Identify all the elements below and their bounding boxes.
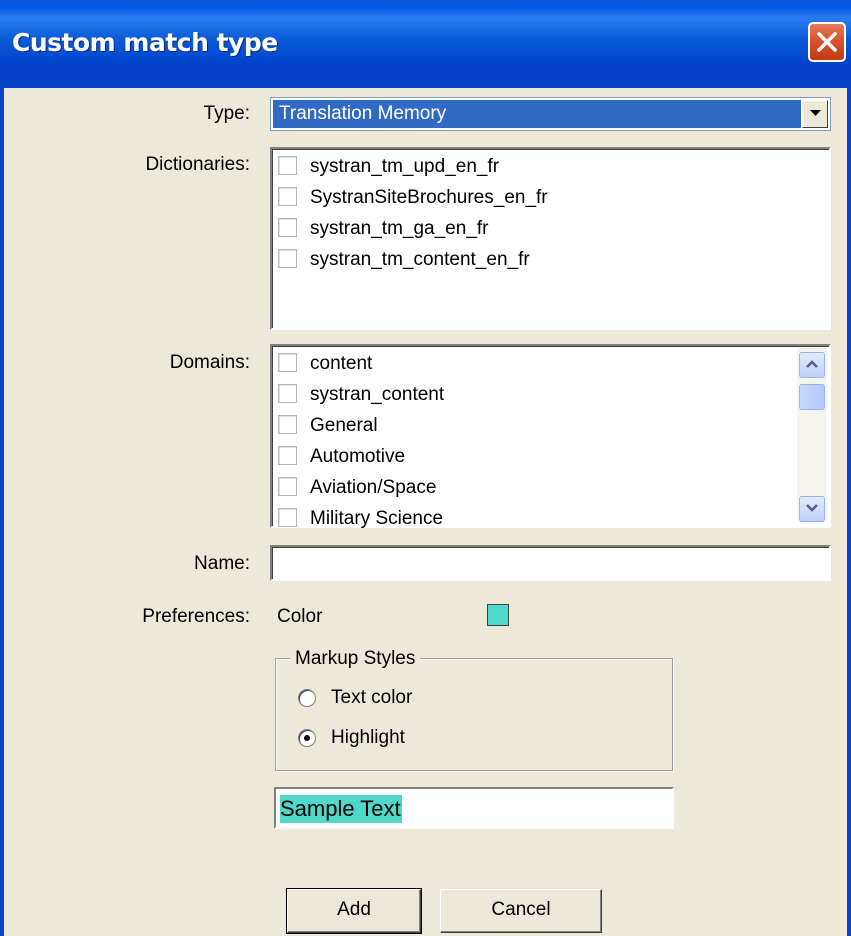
type-select-value: Translation Memory (273, 100, 801, 128)
radio-text-color-label: Text color (331, 687, 413, 708)
sample-text-preview: Sample Text (274, 787, 674, 829)
title-bar[interactable]: Custom match type (0, 0, 851, 88)
scroll-up-button[interactable] (799, 352, 825, 378)
domain-checkbox[interactable] (278, 446, 297, 465)
close-button[interactable] (808, 22, 846, 62)
name-label: Name: (194, 553, 250, 574)
dictionary-item-label: SystranSiteBrochures_en_fr (310, 187, 548, 208)
color-swatch[interactable] (487, 604, 509, 626)
close-icon (817, 32, 837, 52)
preferences-label: Preferences: (142, 606, 250, 627)
dictionaries-label: Dictionaries: (145, 154, 250, 175)
scroll-thumb[interactable] (799, 384, 825, 410)
custom-match-type-dialog: Custom match type Type: Translation Memo… (0, 0, 851, 936)
type-dropdown-button[interactable] (802, 100, 828, 128)
domain-checkbox[interactable] (278, 415, 297, 434)
name-input[interactable] (270, 545, 831, 581)
domains-scrollbar[interactable] (797, 348, 827, 522)
markup-styles-group (275, 658, 673, 771)
domain-item-label: Military Science (310, 508, 444, 529)
domain-checkbox[interactable] (278, 477, 297, 496)
window-border-left (0, 88, 4, 936)
scroll-down-button[interactable] (799, 496, 825, 522)
chevron-up-icon (806, 360, 818, 368)
domain-checkbox[interactable] (278, 353, 297, 372)
domain-item-label: Automotive (310, 446, 406, 467)
cancel-button[interactable]: Cancel (440, 889, 602, 933)
domain-item-label: Aviation/Space (310, 477, 437, 498)
type-label: Type: (203, 103, 250, 124)
add-button[interactable]: Add (286, 888, 422, 934)
dictionary-item-label: systran_tm_ga_en_fr (310, 218, 489, 239)
dictionary-checkbox[interactable] (278, 187, 297, 206)
markup-styles-legend: Markup Styles (290, 648, 421, 670)
radio-button[interactable] (298, 729, 316, 747)
domain-checkbox[interactable] (278, 508, 297, 527)
domains-label: Domains: (169, 352, 250, 373)
radio-selected-dot (304, 735, 310, 741)
type-select[interactable]: Translation Memory (270, 97, 831, 131)
dictionary-item-label: systran_tm_content_en_fr (310, 249, 530, 270)
domains-list[interactable]: content systran_content General Automoti… (270, 344, 831, 529)
domain-item-label: systran_content (310, 384, 445, 405)
radio-button[interactable] (298, 689, 316, 707)
chevron-down-icon (806, 504, 818, 512)
color-label: Color (277, 606, 323, 627)
sample-text: Sample Text (280, 795, 402, 823)
radio-highlight-label: Highlight (331, 727, 405, 748)
dictionaries-list[interactable]: systran_tm_upd_en_fr SystranSiteBrochure… (270, 147, 831, 330)
dictionary-item-label: systran_tm_upd_en_fr (310, 156, 500, 177)
domain-item-label: content (310, 353, 373, 374)
dictionary-checkbox[interactable] (278, 249, 297, 268)
dictionary-checkbox[interactable] (278, 218, 297, 237)
domain-item-label: General (310, 415, 378, 436)
dialog-title: Custom match type (12, 28, 278, 57)
window-border-right (847, 88, 851, 936)
dictionary-checkbox[interactable] (278, 156, 297, 175)
chevron-down-icon (810, 110, 821, 116)
domain-checkbox[interactable] (278, 384, 297, 403)
